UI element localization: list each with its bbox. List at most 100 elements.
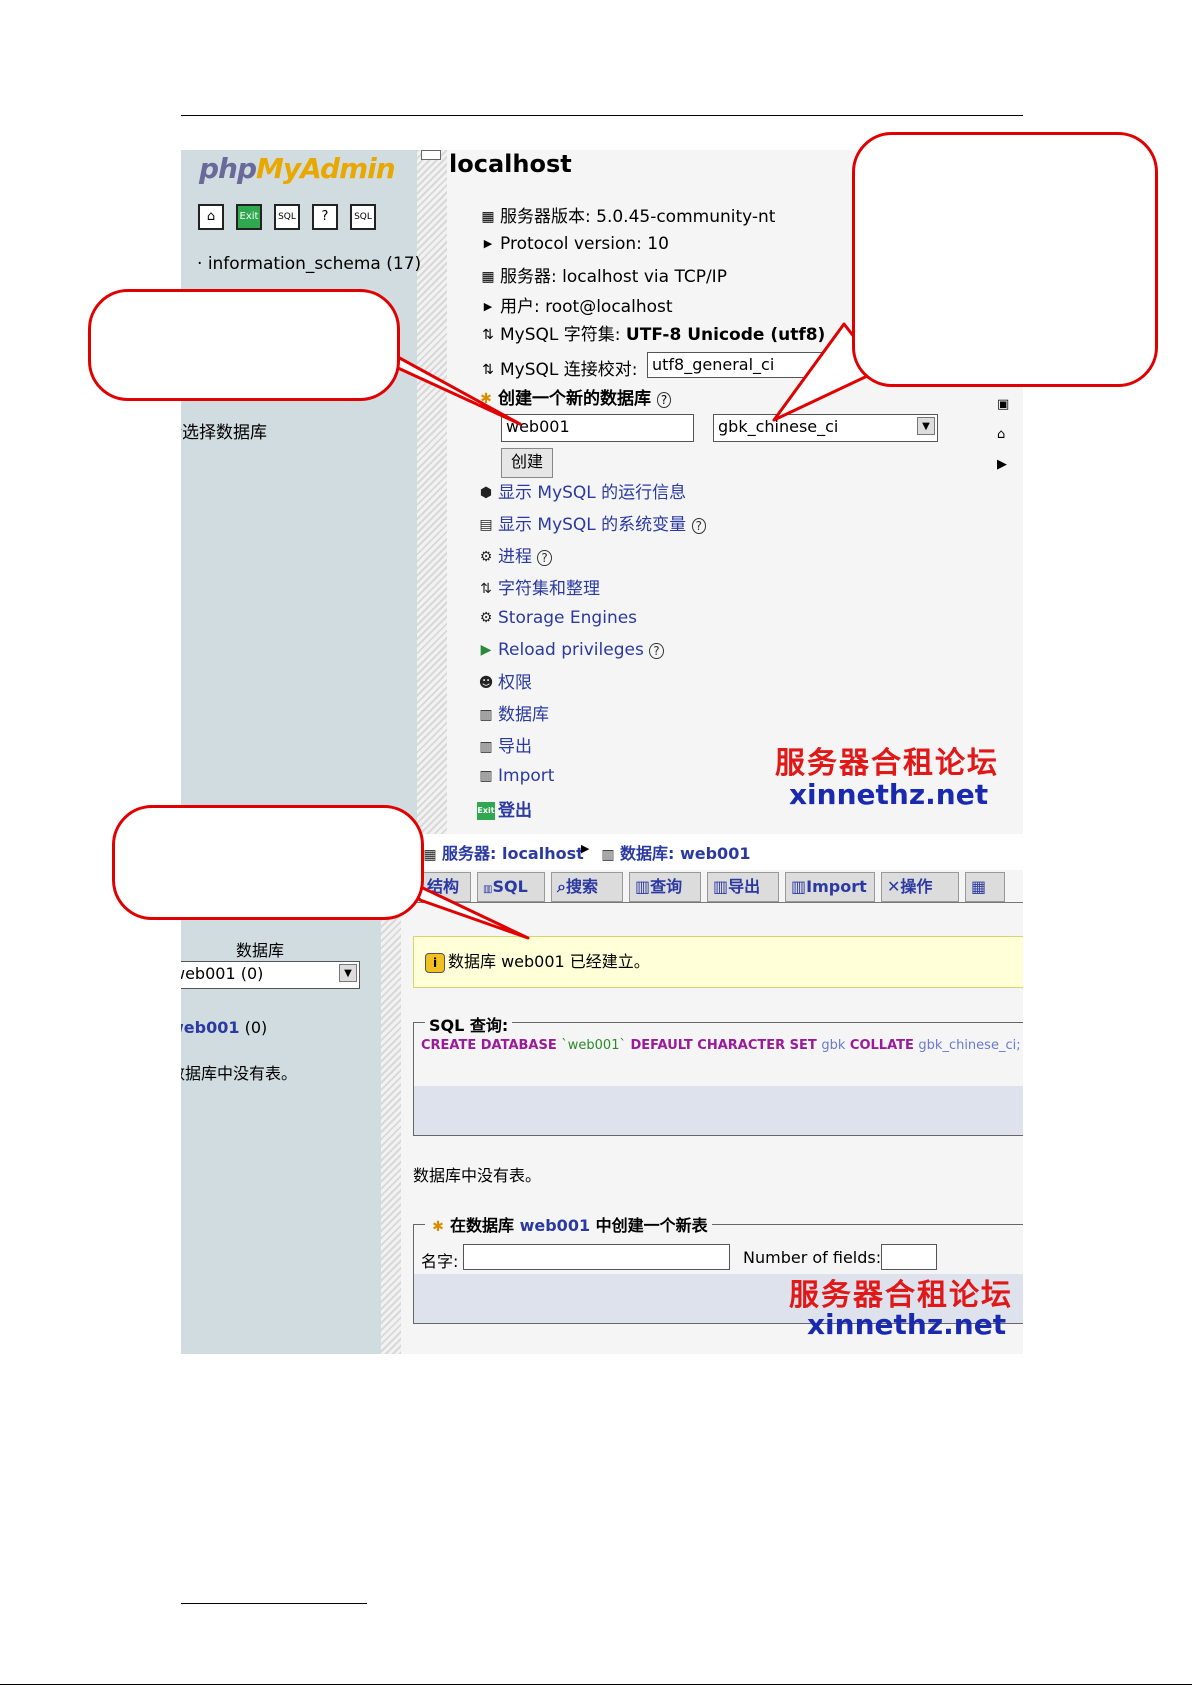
- tab-bar: 结构 ▥SQL ⌕搜索 ▥查询 ▥导出 ▥Import ✕操作 ▦: [401, 872, 1023, 903]
- reload-icon: ▶: [480, 642, 492, 658]
- breadcrumb-separator-icon: ▶: [581, 842, 590, 855]
- link-storage-engines[interactable]: ⚙ Storage Engines: [477, 608, 637, 628]
- watermark-en: xinnethz.net: [807, 1308, 1007, 1341]
- footnote-rule: [181, 1603, 367, 1604]
- left-frame: [181, 150, 417, 834]
- collapse-toggle[interactable]: [421, 150, 441, 160]
- help-icon[interactable]: ?: [537, 550, 552, 566]
- link-reload-privileges[interactable]: ▶ Reload privileges ?: [477, 640, 664, 660]
- help-icon[interactable]: ?: [312, 204, 338, 230]
- tab-structure[interactable]: 结构: [421, 872, 471, 902]
- callout-db-name: [88, 289, 400, 401]
- collation-select[interactable]: utf8_general_ci: [647, 352, 847, 378]
- breadcrumb-server[interactable]: ▦ 服务器: localhost: [421, 840, 583, 864]
- sidebar-db-select[interactable]: web001 (0) ▼: [181, 961, 360, 989]
- home-icon[interactable]: ⌂: [198, 204, 224, 230]
- link-export[interactable]: ▥ 导出: [477, 732, 532, 757]
- tab-more[interactable]: ▦: [965, 872, 1005, 902]
- tab-query[interactable]: ▥查询: [629, 872, 701, 902]
- new-table-icon: ✱: [432, 1218, 444, 1235]
- right-edge-icons: ▣ ⌂ ▶: [997, 397, 1010, 472]
- page-title: localhost: [449, 150, 572, 178]
- info-icon: i: [425, 952, 445, 973]
- mysql-collation-label: ⇅ MySQL 连接校对:: [479, 355, 637, 380]
- create-table-legend: ✱ 在数据库 web001 中创建一个新表: [425, 1212, 712, 1236]
- chevron-down-icon[interactable]: ▼: [339, 964, 357, 982]
- tab-search[interactable]: ⌕搜索: [551, 872, 623, 902]
- chevron-down-icon[interactable]: ▼: [917, 417, 935, 435]
- tab-export[interactable]: ▥导出: [707, 872, 779, 902]
- exit-icon: Exit: [477, 802, 495, 820]
- breadcrumb-db[interactable]: ▥ 数据库: web001: [599, 840, 750, 864]
- export-icon: ▥: [479, 739, 493, 755]
- link-mysql-variables[interactable]: ▤ 显示 MySQL 的系统变量 ?: [477, 510, 706, 535]
- tab-operations[interactable]: ✕操作: [881, 872, 959, 902]
- link-privileges[interactable]: ☻ 权限: [477, 668, 532, 693]
- link-processes[interactable]: ⚙ 进程 ?: [477, 542, 552, 567]
- watermark-en: xinnethz.net: [789, 778, 989, 811]
- import-icon: ▥: [791, 877, 807, 896]
- new-db-name-input[interactable]: web001: [501, 414, 694, 442]
- link-logout[interactable]: Exit 登出: [477, 796, 532, 821]
- charset-icon: ⇅: [482, 327, 494, 343]
- variables-icon: ▤: [479, 517, 493, 533]
- server-version: ▦ 服务器版本: 5.0.45-community-nt: [479, 202, 775, 227]
- sql-query-legend: SQL 查询:: [425, 1012, 513, 1036]
- query-icon: ▥: [635, 877, 651, 896]
- current-user: ▶ 用户: root@localhost: [479, 292, 673, 317]
- fields-count-input[interactable]: [881, 1244, 937, 1270]
- frame-divider: [417, 150, 447, 834]
- status-icon: ⬢: [479, 485, 493, 501]
- charset-icon: ⇅: [482, 362, 494, 378]
- table-name-label: 名字:: [421, 1252, 459, 1271]
- arrow-right-icon: ▶: [483, 237, 493, 250]
- sidebar-current-db[interactable]: web001 (0): [181, 1018, 267, 1037]
- protocol-version: ▶ Protocol version: 10: [479, 234, 669, 254]
- import-icon: ▥: [479, 768, 493, 784]
- link-databases[interactable]: ▥ 数据库: [477, 700, 549, 725]
- watermark-cn: 服务器合租论坛: [775, 746, 999, 781]
- database-icon: ▥: [479, 707, 493, 723]
- link-import[interactable]: ▥ Import: [477, 766, 554, 786]
- table-name-input[interactable]: [463, 1244, 730, 1270]
- sql-icon[interactable]: SQL: [274, 204, 300, 230]
- sql-query-text: CREATE DATABASE `web001` DEFAULT CHARACT…: [421, 1038, 1021, 1053]
- search-icon: ⌕: [557, 877, 566, 896]
- mysql-charset: ⇅ MySQL 字符集: UTF-8 Unicode (utf8): [479, 320, 825, 345]
- server-icon: ▦: [481, 209, 495, 225]
- tab-sql[interactable]: ▥SQL: [477, 872, 545, 902]
- server-icon: ▦: [481, 269, 495, 285]
- create-db-button[interactable]: 创建: [501, 448, 553, 478]
- phpmyadmin-logo[interactable]: phpMyAdmin: [199, 152, 396, 186]
- link-charsets[interactable]: ⇅ 字符集和整理: [477, 574, 600, 599]
- create-db-label: ✱ 创建一个新的数据库 ?: [477, 384, 672, 409]
- callout-success: [112, 805, 424, 920]
- sql-query-footer: [413, 1086, 1023, 1136]
- tab-import[interactable]: ▥Import: [785, 872, 875, 902]
- operations-icon: ✕: [887, 877, 901, 896]
- sidebar-no-tables: 数据库中没有表。: [181, 1064, 298, 1083]
- process-icon: ⚙: [479, 549, 493, 565]
- arrow-right-icon: ▶: [483, 300, 493, 313]
- export-icon: ▥: [713, 877, 729, 896]
- help-icon[interactable]: ?: [649, 643, 664, 659]
- query-icon[interactable]: SQL: [350, 204, 376, 230]
- help-icon[interactable]: ?: [656, 392, 672, 408]
- database-icon: ▥: [601, 846, 615, 863]
- charset-icon: ⇅: [480, 581, 492, 597]
- link-mysql-status[interactable]: ⬢ 显示 MySQL 的运行信息: [477, 478, 686, 503]
- help-icon[interactable]: ?: [691, 518, 706, 534]
- more-icon: ▦: [971, 877, 987, 896]
- header-rule: [181, 115, 1023, 116]
- callout-collation: [852, 132, 1158, 387]
- new-db-icon: ✱: [480, 391, 492, 407]
- engine-icon: ⚙: [479, 610, 493, 626]
- no-tables-message: 数据库中没有表。: [413, 1166, 542, 1185]
- users-icon: ☻: [478, 675, 494, 691]
- exit-icon[interactable]: Exit: [236, 204, 262, 230]
- select-db-hint: 请选择数据库: [181, 423, 267, 443]
- new-db-collation-select[interactable]: gbk_chinese_ci ▼: [713, 414, 938, 442]
- sidebar-db-item[interactable]: · information_schema (17): [197, 254, 421, 274]
- sidebar-db-label: 数据库: [236, 941, 285, 960]
- fields-count-label: Number of fields:: [743, 1248, 882, 1267]
